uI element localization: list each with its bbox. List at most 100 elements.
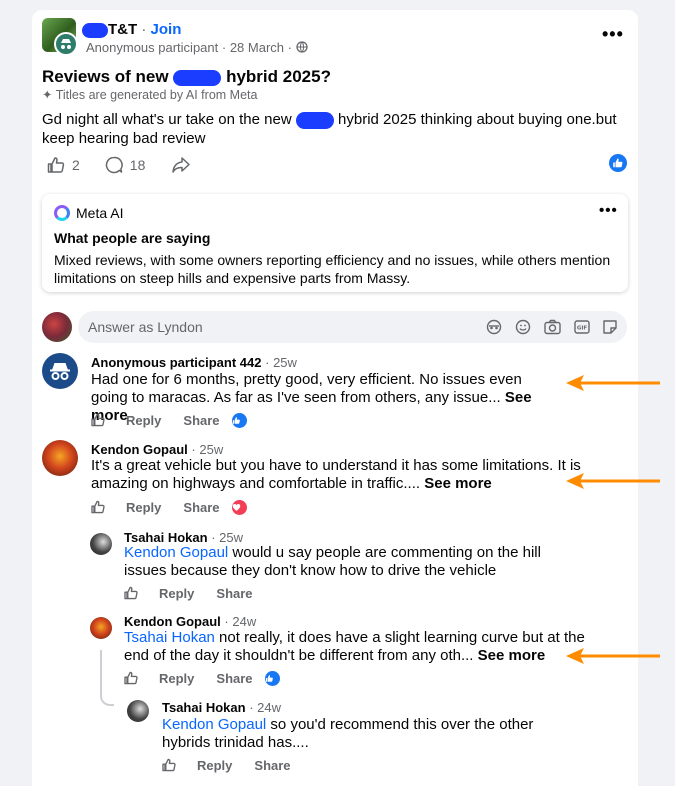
comment-text: Kendon Gopaul so you'd recommend this ov… <box>162 716 582 752</box>
comment-author-line: Kendon Gopaul · 25w <box>91 442 224 457</box>
comment-time[interactable]: 25w <box>199 442 223 457</box>
commenter-avatar[interactable] <box>42 353 78 389</box>
share-button[interactable]: Share <box>254 758 290 773</box>
post-date[interactable]: 28 March <box>230 40 284 55</box>
like-count[interactable]: 2 <box>72 157 80 173</box>
reaction-heart-icon[interactable] <box>231 499 247 515</box>
reply-button[interactable]: Reply <box>126 500 161 515</box>
mention-link[interactable]: Tsahai Hokan <box>124 629 215 646</box>
meta-ai-more-icon[interactable]: ••• <box>599 202 618 219</box>
like-icon[interactable] <box>90 412 106 428</box>
camera-icon[interactable] <box>544 319 561 335</box>
meta-ai-heading: What people are saying <box>54 230 211 246</box>
annotation-arrow <box>566 648 660 664</box>
comment-time[interactable]: 25w <box>219 530 243 545</box>
reaction-like-icon[interactable] <box>609 154 627 172</box>
share-icon[interactable] <box>171 155 191 175</box>
comment-author[interactable]: Kendon Gopaul <box>124 614 221 629</box>
comment-author-line: Tsahai Hokan · 24w <box>162 700 281 715</box>
comment-time[interactable]: 24w <box>232 614 256 629</box>
thread-connector <box>100 650 114 706</box>
sticker-icon[interactable] <box>486 319 502 335</box>
comment-count[interactable]: 18 <box>130 157 146 173</box>
post-author: Anonymous participant <box>86 40 219 55</box>
comment-author[interactable]: Tsahai Hokan <box>162 700 246 715</box>
like-icon[interactable] <box>123 670 139 686</box>
reply-button[interactable]: Reply <box>159 671 194 686</box>
current-user-avatar <box>42 312 72 342</box>
redaction-mark <box>173 69 222 86</box>
commenter-avatar[interactable] <box>127 700 149 722</box>
post-title-end: hybrid 2025? <box>226 67 331 86</box>
comment-body: It's a great vehicle but you have to und… <box>91 457 581 492</box>
meta-ai-icon <box>54 205 70 221</box>
redaction-mark <box>295 111 334 129</box>
comment-actions: Reply Share <box>90 499 247 515</box>
emoji-icon[interactable] <box>515 319 531 335</box>
post-title-start: Reviews of new <box>42 67 169 86</box>
comment-body: Had one for 6 months, pretty good, very … <box>91 371 522 406</box>
comment-text: Kendon Gopaul would u say people are com… <box>124 544 574 580</box>
share-button[interactable]: Share <box>216 671 252 686</box>
group-line: T&T · Join <box>82 21 181 38</box>
like-icon[interactable] <box>123 585 139 601</box>
annotation-arrow <box>566 375 660 391</box>
join-link[interactable]: Join <box>151 21 182 38</box>
ai-title-note: ✦ Titles are generated by AI from Meta <box>42 87 257 102</box>
meta-ai-label: Meta AI <box>76 205 124 221</box>
comment-icon[interactable] <box>104 155 124 175</box>
comment-actions: Reply Share <box>90 412 247 428</box>
commenter-avatar[interactable] <box>42 440 78 476</box>
answer-input[interactable]: Answer as Lyndon GIF <box>78 311 627 343</box>
commenter-avatar[interactable] <box>90 533 112 555</box>
comment-actions: Reply Share <box>161 757 291 773</box>
post-body-start: Gd night all what's ur take on the new <box>42 111 292 128</box>
share-button[interactable]: Share <box>183 500 219 515</box>
commenter-avatar[interactable] <box>90 617 112 639</box>
comment-text: Tsahai Hokan not really, it does have a … <box>124 629 604 665</box>
stamp-icon[interactable] <box>602 319 618 335</box>
globe-icon <box>295 41 308 53</box>
post-meta: Anonymous participant · 28 March · <box>86 40 308 55</box>
ai-note-text: Titles are generated by AI from Meta <box>55 88 258 102</box>
reaction-like-icon[interactable] <box>264 670 280 686</box>
group-name[interactable]: T&T <box>108 21 137 38</box>
reply-button[interactable]: Reply <box>197 758 232 773</box>
meta-ai-header: Meta AI <box>54 205 123 221</box>
like-icon[interactable] <box>90 499 106 515</box>
meta-ai-summary-card[interactable]: Meta AI ••• What people are saying Mixed… <box>42 194 628 292</box>
redaction-mark <box>82 22 108 38</box>
share-button[interactable]: Share <box>183 413 219 428</box>
post-actions: 2 18 <box>46 155 191 175</box>
meta-ai-summary: Mixed reviews, with some owners reportin… <box>54 252 611 286</box>
gif-icon[interactable]: GIF <box>574 319 590 335</box>
see-more-link[interactable]: See more <box>424 475 492 492</box>
mention-link[interactable]: Kendon Gopaul <box>124 544 228 561</box>
comment-author-line: Kendon Gopaul · 24w <box>124 614 257 629</box>
comment-author-line: Tsahai Hokan · 25w <box>124 530 243 545</box>
sparkle-icon: ✦ <box>42 88 53 102</box>
more-options-icon[interactable]: ••• <box>602 24 624 45</box>
comment-time[interactable]: 25w <box>273 355 297 370</box>
comment-author[interactable]: Kendon Gopaul <box>91 442 188 457</box>
post-title: Reviews of new hybrid 2025? <box>42 67 331 87</box>
see-more-link[interactable]: See more <box>478 647 546 664</box>
like-icon[interactable] <box>161 757 177 773</box>
svg-text:GIF: GIF <box>577 326 588 332</box>
reaction-like-icon[interactable] <box>231 412 247 428</box>
comment-author-line: Anonymous participant 442 · 25w <box>91 355 297 370</box>
reply-button[interactable]: Reply <box>159 586 194 601</box>
comment-author[interactable]: Anonymous participant 442 <box>91 355 261 370</box>
share-button[interactable]: Share <box>216 586 252 601</box>
like-icon[interactable] <box>46 155 66 175</box>
reply-button[interactable]: Reply <box>126 413 161 428</box>
post-body: Gd night all what's ur take on the new h… <box>42 110 622 148</box>
anonymous-badge-icon <box>54 32 78 56</box>
comment-author[interactable]: Tsahai Hokan <box>124 530 208 545</box>
comment-time[interactable]: 24w <box>257 700 281 715</box>
annotation-arrow <box>566 473 660 489</box>
answer-placeholder: Answer as Lyndon <box>88 319 203 335</box>
comment-text: It's a great vehicle but you have to und… <box>91 457 601 493</box>
comment-actions: Reply Share <box>123 670 280 686</box>
mention-link[interactable]: Kendon Gopaul <box>162 716 266 733</box>
